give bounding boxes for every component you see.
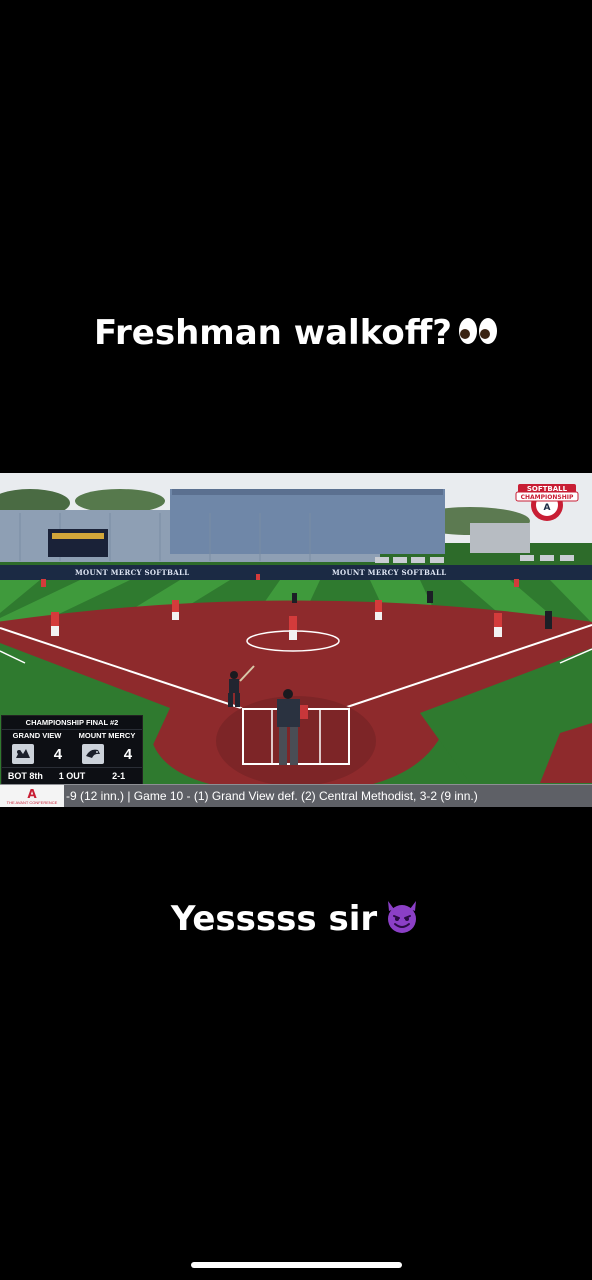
caption-bottom: Yesssss sir [0,897,592,944]
eyes-emoji-icon [458,315,498,355]
score-ticker: A THE AVANT CONFERENCE -9 (12 inn.) | Ga… [0,784,592,807]
svg-text:A: A [27,787,37,799]
conference-name: THE AVANT CONFERENCE [6,800,58,805]
count-indicator: 2-1 [112,771,126,781]
svg-text:SOFTBALL: SOFTBALL [527,485,568,493]
mount-mercy-logo-icon [81,744,104,764]
caption-bottom-text: Yesssss sir [170,899,378,939]
caption-top-text: Freshman walkoff? [93,313,453,353]
home-team-name: MOUNT MERCY [78,731,136,740]
ticker-text: -9 (12 inn.) | Game 10 - (1) Grand View … [66,789,478,803]
svg-text:A: A [544,503,551,513]
outfield-wall-sign-right: MOUNT MERCY SOFTBALL [332,568,447,577]
championship-logo: SOFTBALL CHAMPIONSHIP A [514,479,580,528]
away-team-name: GRAND VIEW [12,731,62,740]
scorebug: CHAMPIONSHIP FINAL #2 GRAND VIEW MOUNT M… [1,715,143,785]
video-frame[interactable]: MOUNT MERCY SOFTBALL MOUNT MERCY SOFTBAL… [0,473,592,807]
home-score: 4 [123,745,133,763]
inning-indicator: BOT 8th [7,771,43,781]
away-score: 4 [53,745,63,763]
svg-text:CHAMPIONSHIP: CHAMPIONSHIP [521,494,574,501]
scorebug-title: CHAMPIONSHIP FINAL #2 [2,716,142,730]
outfield-wall-sign-left: MOUNT MERCY SOFTBALL [75,568,190,577]
conference-logo-icon: A [27,787,37,799]
outs-indicator: 1 OUT [58,771,86,781]
grand-view-logo-icon [11,744,34,764]
conference-logo: A THE AVANT CONFERENCE [0,785,64,807]
smiling-devil-emoji-icon [383,897,421,944]
caption-top: Freshman walkoff? [0,313,592,355]
home-indicator[interactable] [191,1262,402,1268]
